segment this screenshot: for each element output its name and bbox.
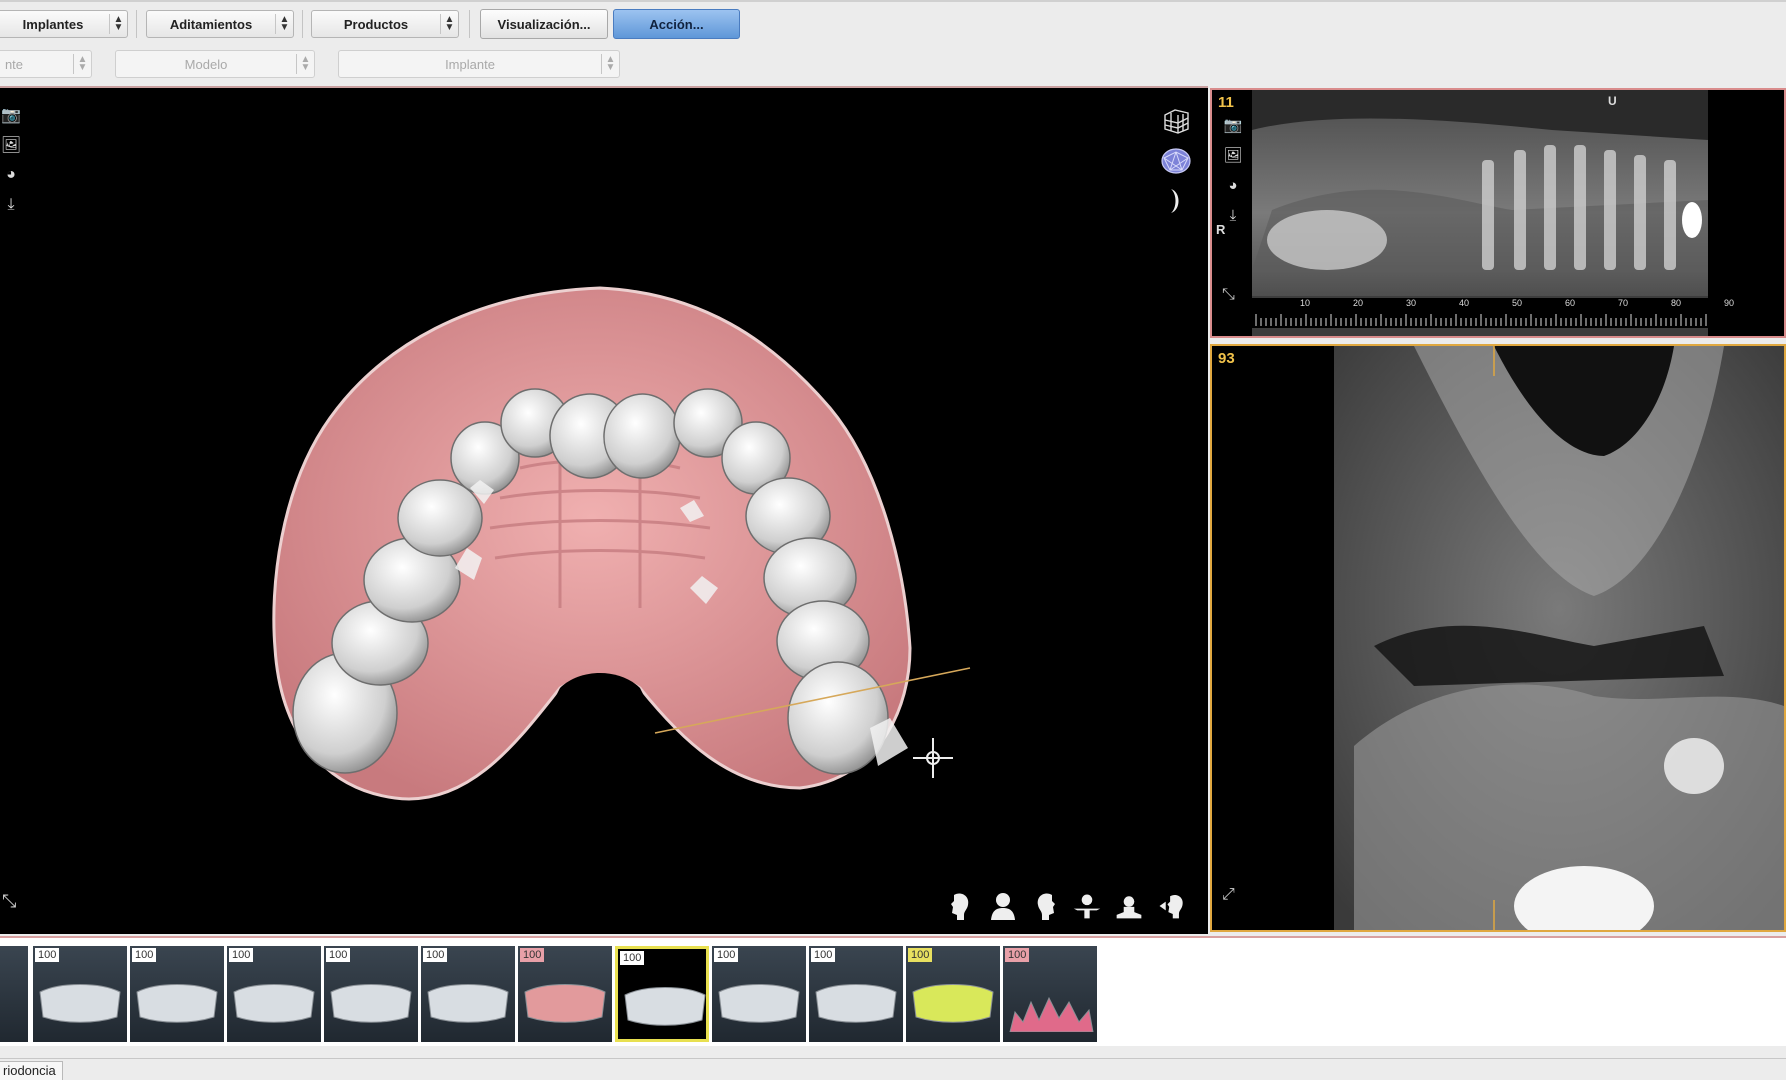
implantes-select-label: Implantes (22, 16, 84, 32)
field1-select[interactable]: nte ▲ ▼ (0, 50, 92, 78)
app-window: Implantes ▲ ▼ Aditamientos ▲ ▼ Productos ▲… (0, 0, 1786, 1080)
model-thumbnail[interactable]: 100 (906, 946, 1000, 1042)
main-toolbar: Implantes ▲ ▼ Aditamientos ▲ ▼ Productos ▲… (0, 0, 1786, 44)
ruler-tick-label: 10 (1300, 298, 1311, 308)
view-orientation-tools (946, 890, 1186, 922)
collapse-icon[interactable]: ⤡ (2, 891, 16, 912)
secondary-toolbar: nte ▲ ▼ Modelo ▲ ▼ Implante ▲ ▼ (0, 44, 1786, 86)
panoramic-ruler: 10 20 30 40 50 60 70 80 90 (1252, 298, 1734, 328)
ruler-tick-label: 50 (1512, 298, 1523, 308)
move-cursor-icon (913, 738, 953, 778)
expand-icon[interactable]: ⤢ (1222, 886, 1235, 904)
opacity-badge: 100 (326, 948, 351, 962)
orientation-label-r: R (1216, 222, 1226, 237)
select-arrows-icon: ▲ ▼ (73, 54, 91, 74)
model-thumbnail-strip: 100 100 100 100 100 100 100 100 100 100 100 (0, 936, 1786, 1046)
collapse-icon[interactable]: ⤡ (1222, 286, 1235, 304)
model-preview-icon (39, 984, 121, 1023)
select-arrows-icon: ▲ ▼ (601, 54, 619, 74)
select-arrows-icon: ▲ ▼ (440, 14, 458, 34)
opacity-badge: 100 (908, 948, 933, 962)
panoramic-tools: 📷 🖼 ◕ ⤓ (1222, 114, 1246, 234)
modelo-select[interactable]: Modelo ▲ ▼ (115, 50, 315, 78)
model-preview-icon (524, 984, 606, 1023)
cross-section-image (1334, 346, 1784, 930)
model-preview-icon (1009, 996, 1094, 1032)
model-preview-icon (912, 984, 994, 1023)
panoramic-view[interactable]: 11 📷 🖼 ◕ ⤓ R U ⤡ 10 20 30 40 50 60 70 80 90 (1210, 88, 1786, 338)
model-preview-icon (330, 984, 412, 1023)
model-thumbnail[interactable]: 100 (712, 946, 806, 1042)
opacity-badge: 100 (229, 948, 254, 962)
productos-select[interactable]: Productos ▲ ▼ (311, 10, 459, 38)
visualizacion-button[interactable]: Visualización... (480, 9, 608, 39)
head-rotate-view-icon[interactable] (1156, 890, 1186, 922)
model-thumbnail[interactable]: 100 (227, 946, 321, 1042)
implante-select[interactable]: Implante ▲ ▼ (338, 50, 620, 78)
model-preview-icon (427, 984, 509, 1023)
opacity-badge: 100 (1005, 948, 1030, 962)
toolbar-divider (136, 10, 137, 38)
opacity-badge: 100 (811, 948, 836, 962)
ruler-tick-label: 90 (1724, 298, 1735, 308)
model-thumbnail[interactable]: 100 (1003, 946, 1097, 1042)
opacity-badge: 100 (520, 948, 545, 962)
select-arrows-icon: ▲ ▼ (109, 14, 127, 34)
model-thumbnail[interactable]: 100 (130, 946, 224, 1042)
opacity-badge: 100 (423, 948, 448, 962)
model-thumbnail[interactable]: 100 (33, 946, 127, 1042)
head-right-view-icon[interactable] (1030, 890, 1060, 922)
status-tab[interactable]: riodoncia (0, 1061, 63, 1080)
model-thumbnail[interactable]: 100 (809, 946, 903, 1042)
model-thumbnail[interactable]: 100 (518, 946, 612, 1042)
select-arrows-icon: ▲ ▼ (296, 54, 314, 74)
ruler-tick-label: 30 (1406, 298, 1417, 308)
camera-icon[interactable]: 📷 (1222, 114, 1244, 136)
head-bottom-view-icon[interactable] (1114, 890, 1144, 922)
globe-icon[interactable]: ◕ (1222, 174, 1244, 196)
ruler-tick-label: 40 (1459, 298, 1470, 308)
ruler-tick-label: 20 (1353, 298, 1364, 308)
model-thumbnail[interactable]: 100 (421, 946, 515, 1042)
model-preview-icon (233, 984, 315, 1023)
3d-view[interactable]: 📷 🖼 ◕ ⤓ ⤡ (0, 86, 1208, 934)
field1-select-label: nte (4, 56, 24, 72)
productos-select-label: Productos (343, 16, 409, 32)
modelo-select-label: Modelo (184, 56, 228, 72)
head-top-view-icon[interactable] (1072, 890, 1102, 922)
model-preview-icon (136, 984, 218, 1023)
implante-select-label: Implante (445, 56, 495, 72)
model-thumbnail[interactable]: 100 (324, 946, 418, 1042)
dental-arch-model[interactable] (0, 88, 1208, 936)
model-preview-icon (624, 987, 706, 1026)
select-arrows-icon: ▲ ▼ (275, 14, 293, 34)
ruler-tick-label: 60 (1565, 298, 1576, 308)
aditamientos-select-label: Aditamientos (169, 16, 253, 32)
model-preview-icon (718, 984, 800, 1023)
model-thumbnail[interactable]: 100 (615, 946, 709, 1042)
thumbnail-partial[interactable] (0, 946, 28, 1042)
orientation-label-u: U (1608, 94, 1617, 108)
ruler-tick-label: 80 (1671, 298, 1682, 308)
status-bar: riodoncia (0, 1058, 1786, 1080)
head-left-view-icon[interactable] (946, 890, 976, 922)
opacity-badge: 100 (620, 951, 645, 965)
opacity-badge: 100 (35, 948, 60, 962)
cross-section-view[interactable]: 93 ⤢ (1210, 344, 1786, 932)
toolbar-divider (469, 10, 470, 38)
implantes-select[interactable]: Implantes ▲ ▼ (0, 10, 128, 38)
ruler-tick-label: 70 (1618, 298, 1629, 308)
aditamientos-select[interactable]: Aditamientos ▲ ▼ (146, 10, 294, 38)
opacity-badge: 100 (132, 948, 157, 962)
image-icon[interactable]: 🖼 (1222, 144, 1244, 166)
accion-button[interactable]: Acción... (613, 9, 740, 39)
panoramic-slice-number: 11 (1218, 94, 1234, 111)
model-preview-icon (815, 984, 897, 1023)
head-front-view-icon[interactable] (988, 890, 1018, 922)
opacity-badge: 100 (714, 948, 739, 962)
cross-section-slice-number: 93 (1218, 350, 1235, 367)
toolbar-divider (302, 10, 303, 38)
